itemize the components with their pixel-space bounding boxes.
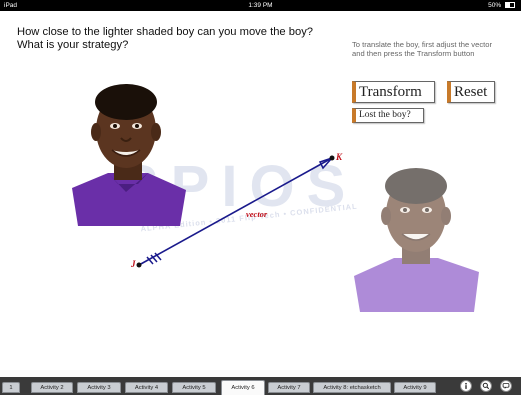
activity-tab-bar: 1 Activity 2 Activity 3 Activity 4 Activ… <box>0 377 521 395</box>
info-icon[interactable] <box>460 380 472 392</box>
vector-line <box>138 157 333 266</box>
tab-activity-2[interactable]: Activity 2 <box>31 382 73 393</box>
tab-activity-3[interactable]: Activity 3 <box>77 382 121 393</box>
tab-activity-6[interactable]: Activity 6 <box>221 380 265 395</box>
point-k-label: K <box>336 152 343 162</box>
chat-icon[interactable] <box>500 380 512 392</box>
vector-start-handle[interactable] <box>136 262 142 268</box>
tab-activity-1[interactable]: 1 <box>2 382 20 393</box>
tab-activity-8[interactable]: Activity 8: etchasketch <box>313 382 391 393</box>
tab-activity-5[interactable]: Activity 5 <box>172 382 216 393</box>
tab-activity-7[interactable]: Activity 7 <box>268 382 310 393</box>
search-icon[interactable] <box>480 380 492 392</box>
vector-end-handle[interactable] <box>329 155 335 161</box>
vector-arrow[interactable] <box>0 0 521 395</box>
tab-activity-4[interactable]: Activity 4 <box>125 382 168 393</box>
tab-activity-9[interactable]: Activity 9 <box>394 382 436 393</box>
point-j-label: J <box>131 259 136 269</box>
vector-label: vector <box>246 209 268 219</box>
